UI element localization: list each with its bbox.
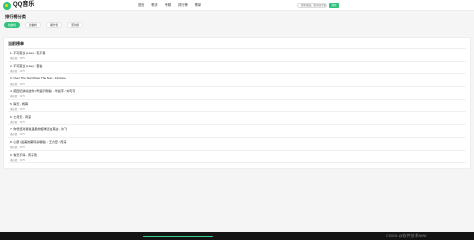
song-title: 1. 不可思议 (Live) - 毛不易 (10, 51, 46, 55)
tab-hot[interactable]: 热歌榜 (4, 22, 21, 28)
song-title: 9. 春天不停 - 周子瑶 (10, 152, 38, 157)
tab-rising[interactable]: 飙升榜 (46, 22, 63, 28)
song-title: 7. 你曾经对我说温柔的旋律还在耳边 - 许飞 (10, 127, 68, 132)
nav-item-charts[interactable]: 排行榜 (178, 0, 188, 11)
video-player-bar: CSDN @软件技术NINI (0, 232, 474, 240)
chart-panel: 当前榜单 1. 不可思议 (Live) - 毛不易 播放量：3475 2. 不可… (3, 37, 471, 169)
song-play-count: 播放量：3475 (10, 120, 25, 124)
nav-item-playlists[interactable]: 歌单 (195, 0, 201, 11)
tab-original[interactable]: 原创榜 (67, 22, 84, 28)
qq-music-logo-icon (3, 1, 11, 10)
playback-progress-bar[interactable] (143, 235, 213, 237)
song-title: 4. 把回忆拼好给你 (粤语示例版) - 华晨宇 / 刘可可 (10, 89, 76, 94)
tab-new[interactable]: 新歌榜 (25, 22, 42, 28)
chart-category-tabs: 热歌榜 新歌榜 飙升榜 原创榜 (4, 22, 88, 28)
song-play-count: 播放量：3475 (10, 82, 25, 86)
song-row[interactable]: 2. 不可思议 (Live) - 若谷 播放量：3475 (8, 62, 466, 75)
song-play-count: 播放量：3475 (10, 133, 25, 137)
brand-logo[interactable]: QQ音乐 (3, 1, 34, 10)
song-play-count: 播放量：3475 (10, 69, 25, 73)
song-title: 5. 晴天 - 杨苒 (10, 101, 29, 106)
song-title: 8. 心愿 (最美的期待演唱版) - 王力宏 / 周深 (10, 139, 67, 144)
song-title: 3. Over The SunriOver The Sun - Firstone (10, 76, 66, 81)
search-button[interactable]: 搜索 (329, 2, 339, 8)
song-row[interactable]: 1. 不可思议 (Live) - 毛不易 播放量：3475 (8, 49, 466, 62)
top-navigation-bar: QQ音乐 首页 歌手 专辑 排行榜 歌单 ⌕ 搜索 (0, 0, 474, 11)
song-play-count: 播放量：3475 (10, 108, 25, 112)
song-play-count: 播放量：3475 (10, 57, 25, 61)
search-input[interactable] (297, 2, 327, 8)
song-play-count: 播放量：3475 (10, 146, 25, 150)
brand-name: QQ音乐 (13, 2, 35, 8)
song-row[interactable]: 5. 晴天 - 杨苒 播放量：3475 (8, 100, 466, 113)
nav-item-albums[interactable]: 专辑 (165, 0, 171, 11)
page-title: 排行榜分类 (5, 14, 26, 19)
nav-item-home[interactable]: 首页 (138, 0, 144, 11)
song-title: 2. 不可思议 (Live) - 若谷 (10, 63, 43, 68)
csdn-watermark: CSDN @软件技术NINI (386, 233, 427, 238)
song-row[interactable]: 7. 你曾经对我说温柔的旋律还在耳边 - 许飞 播放量：3475 (8, 125, 466, 138)
song-row[interactable]: 9. 春天不停 - 周子瑶 播放量：3475 (8, 151, 466, 164)
song-row[interactable]: 4. 把回忆拼好给你 (粤语示例版) - 华晨宇 / 刘可可 播放量：3475 (8, 87, 466, 100)
song-play-count: 播放量：3475 (10, 158, 25, 162)
search-icon: ⌕ (318, 3, 320, 7)
main-nav: 首页 歌手 专辑 排行榜 歌单 (138, 0, 208, 11)
song-title: 6. 七月天 - 周深 (10, 114, 32, 119)
chart-panel-title: 当前榜单 (8, 41, 24, 46)
song-row[interactable]: 3. Over The SunriOver The Sun - Firstone… (8, 74, 466, 88)
nav-item-singers[interactable]: 歌手 (151, 0, 157, 11)
song-row[interactable]: 8. 心愿 (最美的期待演唱版) - 王力宏 / 周深 播放量：3475 (8, 138, 466, 151)
song-play-count: 播放量：3475 (10, 95, 25, 99)
song-row[interactable]: 6. 七月天 - 周深 播放量：3475 (8, 113, 466, 126)
